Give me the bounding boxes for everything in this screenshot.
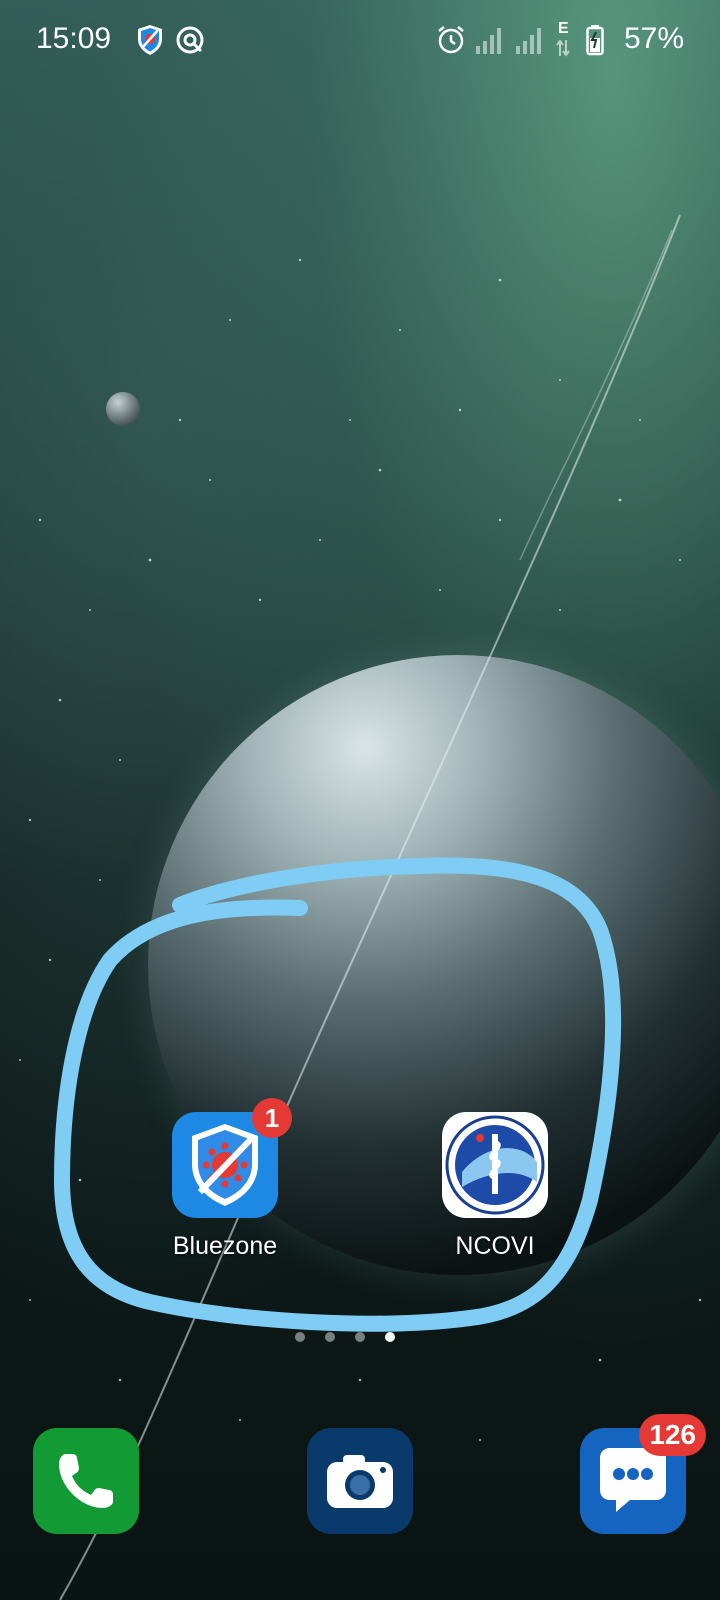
notification-badge: 1 <box>252 1098 292 1138</box>
page-dot[interactable] <box>355 1332 365 1342</box>
page-dot[interactable] <box>325 1332 335 1342</box>
camera-icon <box>327 1455 393 1508</box>
phone-icon <box>59 1454 113 1508</box>
messages-app[interactable]: 126 <box>580 1414 706 1534</box>
home-screen: 15:09 E 57% 1 Bluezone NCOVI 126 <box>0 0 720 1600</box>
notification-badge: 126 <box>639 1414 706 1456</box>
page-indicator[interactable] <box>0 1332 705 1342</box>
highlight-annotation <box>53 857 622 1332</box>
app-label: Bluezone <box>172 1232 278 1260</box>
app-label: NCOVI <box>455 1232 535 1260</box>
camera-app[interactable] <box>307 1428 413 1534</box>
app-ncovi[interactable]: NCOVI <box>420 1112 570 1261</box>
app-bluezone[interactable]: 1 Bluezone <box>150 1098 300 1261</box>
page-dot[interactable] <box>295 1332 305 1342</box>
page-dot-active[interactable] <box>385 1332 395 1342</box>
bluezone-shield-icon: 1 <box>172 1098 292 1218</box>
ncovi-logo-icon <box>442 1112 548 1218</box>
phone-app[interactable] <box>33 1428 139 1534</box>
